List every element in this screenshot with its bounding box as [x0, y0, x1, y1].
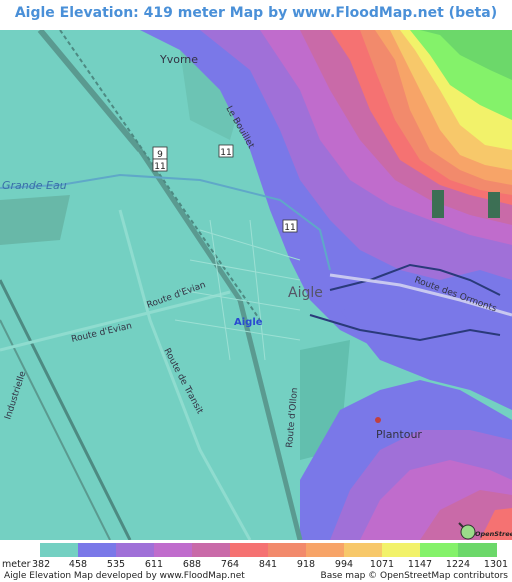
legend-value-label: 535: [106, 559, 126, 570]
legend-value-label: 688: [182, 559, 202, 570]
footer-basemap: Base map © OpenStreetMap contributors: [320, 571, 508, 581]
legend-value-label: 382: [32, 559, 51, 570]
legend-swatch: [458, 543, 497, 557]
legend-value-label: 918: [296, 559, 316, 570]
shield-11-label: 11: [154, 162, 165, 172]
osm-logo-text: OpenStreetMap: [475, 530, 512, 538]
label-grande-eau: Grande Eau: [2, 179, 67, 192]
label-plantour: Plantour: [376, 428, 422, 441]
map-canvas[interactable]: 9 11 11 11 Yvorne Grande Eau Aigle Aigle…: [0, 30, 512, 540]
legend-value-label: 1224: [445, 559, 471, 570]
legend-value-label: 1301: [483, 559, 509, 570]
plantour-marker: [375, 417, 381, 423]
legend-swatch: [116, 543, 155, 557]
legend-swatch: [154, 543, 193, 557]
legend-swatch: [78, 543, 117, 557]
legend-value-label: 841: [258, 559, 278, 570]
legend-unit: meter: [2, 559, 31, 570]
shield-9: 9: [152, 146, 168, 160]
legend-value-label: 994: [334, 559, 354, 570]
elevation-legend: meter 382 458 535 611 688 764 841 918 994 1071 114…: [0, 540, 512, 582]
title-bar: Aigle Elevation: 419 meter Map by www.Fl…: [0, 0, 512, 30]
label-yvorne: Yvorne: [159, 53, 198, 66]
field-area: [0, 195, 70, 245]
shield-9-label: 9: [157, 150, 163, 160]
page-title: Aigle Elevation: 419 meter Map by www.Fl…: [14, 5, 498, 21]
forest-patch: [432, 190, 444, 218]
label-town-aigle: Aigle: [288, 285, 323, 301]
legend-swatch: [268, 543, 307, 557]
shield-11: 11: [282, 219, 298, 233]
legend-swatch: [344, 543, 383, 557]
legend-swatch: [40, 543, 79, 557]
shield-11: 11: [152, 158, 168, 172]
legend-value-label: 611: [144, 559, 164, 570]
label-aigle-station: Aigle: [234, 317, 263, 328]
legend-swatch: [230, 543, 269, 557]
forest-patch: [488, 192, 500, 218]
elevation-map[interactable]: 9 11 11 11 Yvorne Grande Eau Aigle Aigle…: [0, 30, 512, 540]
legend-value-label: 764: [220, 559, 240, 570]
footer-credit: Aigle Elevation Map developed by www.Flo…: [4, 571, 245, 581]
legend-swatch: [420, 543, 459, 557]
shield-11: 11: [218, 144, 234, 158]
legend-value-label: 458: [68, 559, 88, 570]
shield-11-label: 11: [220, 148, 231, 158]
legend-value-label: 1071: [369, 559, 395, 570]
legend-swatch: [306, 543, 345, 557]
legend-swatch: [382, 543, 421, 557]
shield-11-label: 11: [284, 223, 295, 233]
legend-value-label: 1147: [407, 559, 433, 570]
legend-swatch: [192, 543, 231, 557]
